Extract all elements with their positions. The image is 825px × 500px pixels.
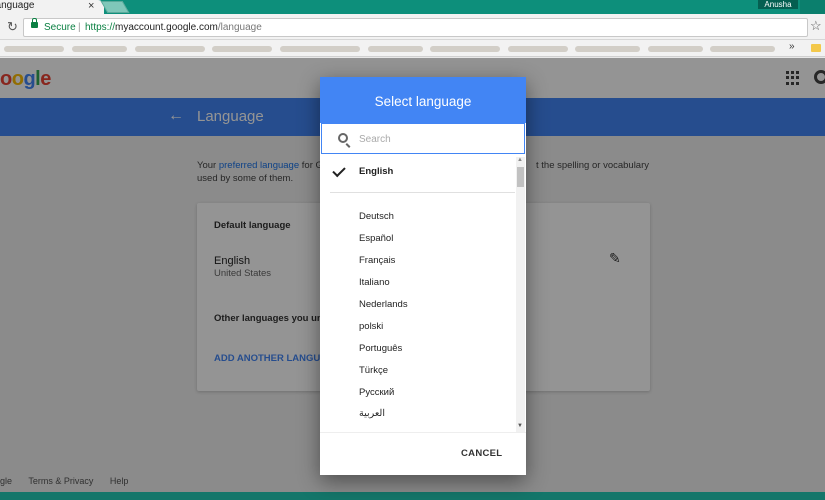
language-option[interactable]: Italiano xyxy=(359,277,390,288)
new-tab-button[interactable] xyxy=(100,1,130,13)
bookmark-item[interactable] xyxy=(135,46,205,52)
select-language-dialog: Select language English Deutsch Español … xyxy=(320,77,526,475)
cancel-button[interactable]: CANCEL xyxy=(461,448,502,459)
url-text: https://myaccount.google.com/language xyxy=(85,21,262,34)
lock-icon xyxy=(31,18,38,28)
scrollbar-thumb[interactable] xyxy=(517,167,524,187)
language-option[interactable]: polski xyxy=(359,321,383,332)
close-icon[interactable]: × xyxy=(88,0,94,12)
scroll-down-arrow-icon[interactable]: ▼ xyxy=(517,423,523,429)
os-taskbar xyxy=(0,492,825,500)
address-bar[interactable]: Secure | https://myaccount.google.com/la… xyxy=(23,18,808,37)
window-controls[interactable] xyxy=(800,0,825,14)
profile-button[interactable]: Anusha xyxy=(758,0,798,9)
language-option[interactable]: Nederlands xyxy=(359,299,408,310)
bookmark-item[interactable] xyxy=(368,46,423,52)
star-icon[interactable]: ☆ xyxy=(810,18,822,34)
bookmarks-overflow-button[interactable]: » xyxy=(789,41,795,52)
reload-icon[interactable]: ↻ xyxy=(7,19,18,35)
language-list: English Deutsch Español Français Italian… xyxy=(320,156,515,432)
url-protocol: https:// xyxy=(85,22,116,33)
search-icon xyxy=(338,133,348,143)
language-option-selected[interactable]: English xyxy=(359,166,393,177)
list-divider xyxy=(330,192,515,193)
check-icon xyxy=(332,163,346,178)
language-search-box[interactable] xyxy=(321,123,525,154)
language-option[interactable]: Русский xyxy=(359,387,394,398)
bookmark-item[interactable] xyxy=(4,46,64,52)
language-option[interactable]: Français xyxy=(359,255,395,266)
bookmark-item[interactable] xyxy=(508,46,568,52)
url-path: /language xyxy=(217,22,262,33)
language-search-input[interactable] xyxy=(359,132,509,146)
bookmark-item[interactable] xyxy=(212,46,272,52)
browser-tab[interactable]: Language × xyxy=(0,0,104,14)
dialog-footer-divider xyxy=(320,432,526,433)
dialog-title: Select language xyxy=(374,94,472,109)
address-separator: | xyxy=(78,22,81,33)
bookmark-item[interactable] xyxy=(648,46,703,52)
bookmark-item[interactable] xyxy=(710,46,775,52)
browser-toolbar: ↻ Secure | https://myaccount.google.com/… xyxy=(0,14,825,40)
language-option[interactable]: Deutsch xyxy=(359,211,394,222)
language-option[interactable]: Türkçe xyxy=(359,365,388,376)
bookmark-item[interactable] xyxy=(280,46,360,52)
language-option[interactable]: العربية xyxy=(359,408,385,419)
bookmark-item[interactable] xyxy=(575,46,640,52)
bookmarks-bar: » xyxy=(0,40,825,57)
bookmark-item[interactable] xyxy=(430,46,500,52)
language-list-scrollbar[interactable]: ▲ ▼ xyxy=(516,157,525,432)
tab-bar: Language × Anusha xyxy=(0,0,825,14)
language-option[interactable]: Português xyxy=(359,343,402,354)
dialog-header: Select language xyxy=(320,77,526,123)
bookmark-item[interactable] xyxy=(72,46,127,52)
language-option[interactable]: Español xyxy=(359,233,393,244)
url-host: myaccount.google.com xyxy=(115,22,218,33)
scroll-up-arrow-icon[interactable]: ▲ xyxy=(517,157,523,163)
tab-title: Language xyxy=(0,0,35,11)
secure-label: Secure xyxy=(44,22,76,33)
folder-icon[interactable] xyxy=(811,44,821,52)
